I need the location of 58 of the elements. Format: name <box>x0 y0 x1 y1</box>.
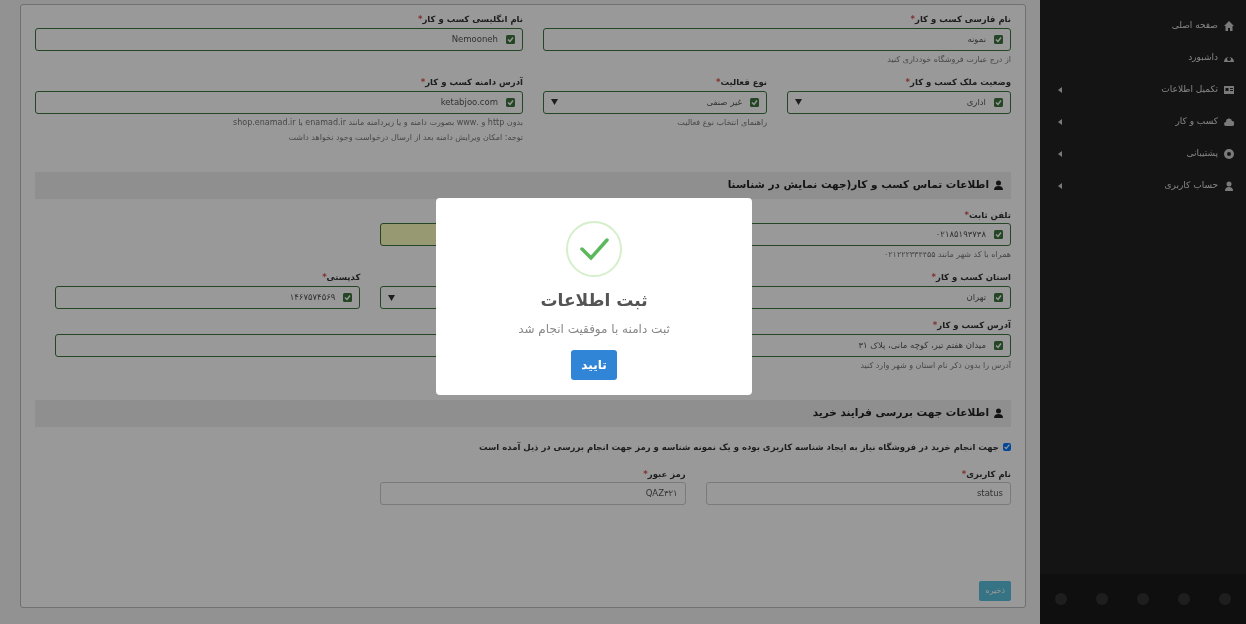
sidebar-item[interactable]: حساب کاربری <box>1040 170 1246 202</box>
check-icon <box>506 34 515 44</box>
check-icon <box>994 34 1003 44</box>
user-icon <box>994 180 1003 190</box>
field-label: نام انگلیسی کسب و کار* <box>417 13 523 26</box>
section-title: اطلاعات جهت بررسی فرایند خرید <box>812 405 989 421</box>
home-icon <box>1224 21 1234 31</box>
check-icon <box>750 97 759 107</box>
check-icon <box>343 293 353 302</box>
user-icon <box>1224 181 1234 191</box>
caret-icon <box>795 99 802 105</box>
field-hint: همراه با کد شهر مانند ۰۲۱۲۲۲۳۳۴۴۵۵ <box>884 249 1011 262</box>
check-icon <box>994 230 1003 240</box>
sidebar-item[interactable]: صفحه اصلی <box>1040 10 1246 42</box>
field-hint: از درج عبارت فروشگاه خودداری کنید <box>887 53 1011 66</box>
caret-icon <box>551 99 558 105</box>
field-label: استان کسب و کار* <box>931 271 1011 284</box>
select-field[interactable]: اداری <box>787 90 1011 114</box>
field-hint: بدون http و .www بصورت دامنه و یا زیردامنه مانند enamad.ir یا shop.enamad.ir <box>233 116 523 129</box>
field-hint: راهنمای انتخاب نوع فعالیت <box>677 116 767 129</box>
sidebar-item[interactable]: تکمیل اطلاعات <box>1040 74 1246 106</box>
note-text: جهت انجام خرید در فروشگاه نیاز به ایجاد شناسه کاربری بوده و یک نمونه شناسه و رمز جهت انجام بررسی در ذیل آمده است <box>479 440 999 454</box>
checkbox[interactable] <box>1003 443 1011 452</box>
field-label: آدرس دامنه کسب و کار* <box>420 75 523 89</box>
id-card-icon <box>1224 85 1234 95</box>
caret-icon <box>388 294 396 301</box>
input-field[interactable]: QAZ۳۲۱ <box>380 482 686 506</box>
field-label: نوع فعالیت* <box>716 75 767 89</box>
field-label: کدپستی* <box>322 271 361 284</box>
section-title: اطلاعات تماس کسب و کار(جهت نمایش در شناسنا <box>727 177 989 193</box>
cloud-icon <box>1224 117 1234 127</box>
field-label: نام فارسی کسب و کار* <box>910 13 1011 26</box>
input-field[interactable]: status <box>705 482 1011 506</box>
field-label: تلفن ثابت* <box>964 208 1011 222</box>
check-icon <box>994 340 1003 350</box>
field-hint: توجه: امکان ویرایش دامنه بعد از ارسال درخواست وجود نخواهد داشت <box>288 131 523 144</box>
field-label: آدرس کسب و کار* <box>932 319 1011 332</box>
check-icon <box>994 97 1003 107</box>
dialog-title: ثبت اطلاعات <box>540 289 648 312</box>
input-field[interactable]: ketabjoo.com <box>35 90 523 114</box>
dialog-message: ثبت دامنه با موفقیت انجام شد <box>518 320 670 338</box>
field-label: نام کاربری* <box>961 467 1011 481</box>
user-icon <box>994 408 1003 419</box>
sidebar-item[interactable]: داشبورد <box>1040 42 1246 74</box>
check-icon <box>506 97 515 107</box>
field-label: رمز عبور* <box>643 467 686 481</box>
life-ring-icon <box>1224 149 1234 159</box>
confirm-button[interactable]: تایید <box>571 349 617 380</box>
field-label: وضعیت ملک کسب و کار* <box>905 75 1011 89</box>
input-field[interactable]: ۱۴۶۷۵۷۴۵۶۹ <box>55 286 361 309</box>
input-field[interactable]: Nemooneh <box>35 27 523 51</box>
check-icon <box>994 293 1003 302</box>
input-field[interactable]: نمونه <box>543 27 1011 51</box>
sidebar-item[interactable]: پشتیبانی <box>1040 138 1246 170</box>
select-field[interactable]: غیر صنفی <box>543 90 767 114</box>
sidebar-item[interactable]: کسب و کار <box>1040 106 1246 138</box>
field-hint: آدرس را بدون ذکر نام استان و شهر وارد کنید <box>860 359 1011 372</box>
success-check-icon <box>565 220 623 278</box>
